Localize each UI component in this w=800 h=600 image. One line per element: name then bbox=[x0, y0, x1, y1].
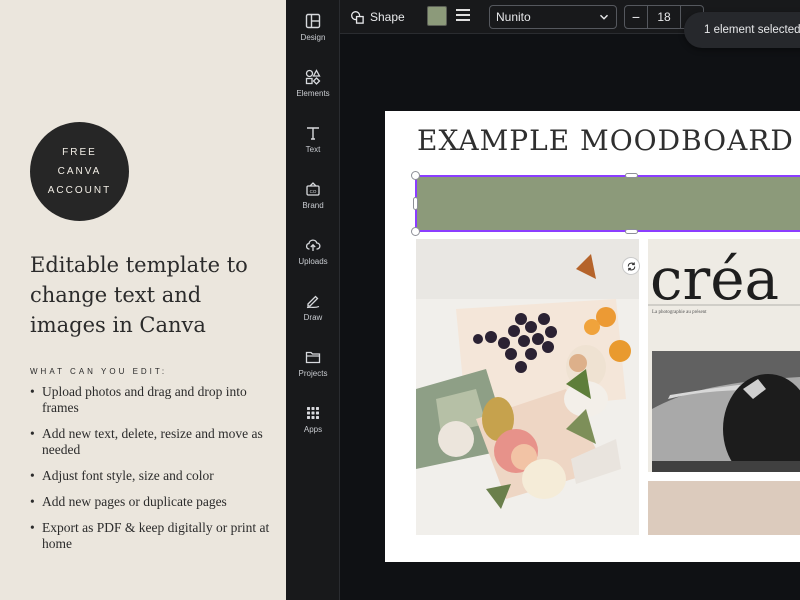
rail-label-design: Design bbox=[300, 33, 326, 42]
chevron-down-icon bbox=[599, 14, 609, 20]
selection-status-toast: 1 element selected bbox=[684, 12, 800, 48]
promo-subhead: WHAT CAN YOU EDIT: bbox=[30, 367, 168, 376]
font-size-value[interactable]: 18 bbox=[647, 6, 681, 28]
rail-item-uploads[interactable]: Uploads bbox=[286, 234, 340, 284]
badge-line-1: FREE bbox=[62, 146, 97, 158]
headline-line-2: change text and bbox=[30, 283, 202, 307]
rail-label-draw: Draw bbox=[303, 313, 323, 322]
line-stroke bbox=[456, 19, 470, 21]
folder-icon bbox=[305, 351, 321, 364]
editor-side-rail: Design Elements Text CO Brand Uploads Dr… bbox=[286, 0, 340, 600]
fill-color-swatch[interactable] bbox=[427, 6, 447, 26]
resize-handle-top[interactable] bbox=[625, 173, 638, 178]
font-family-select[interactable]: Nunito bbox=[489, 5, 617, 29]
selected-rectangle-shape[interactable] bbox=[416, 176, 800, 231]
feature-item: Add new text, delete, resize and move as… bbox=[30, 426, 280, 458]
promo-panel: FREE CANVA ACCOUNT Editable template to … bbox=[0, 0, 286, 600]
border-style-button[interactable] bbox=[456, 9, 470, 23]
rail-item-design[interactable]: Design bbox=[286, 10, 340, 60]
free-canva-badge: FREE CANVA ACCOUNT bbox=[30, 122, 129, 221]
shapes-icon bbox=[305, 69, 321, 85]
pen-icon bbox=[306, 295, 320, 309]
brand-icon: CO bbox=[306, 182, 320, 196]
shape-button[interactable]: Shape bbox=[350, 6, 405, 28]
line-stroke bbox=[456, 9, 470, 11]
line-stroke bbox=[456, 14, 470, 16]
rail-label-projects: Projects bbox=[298, 369, 328, 378]
magazine-photo: créa La photographie au présent bbox=[648, 239, 800, 472]
moodboard-title[interactable]: EXAMPLE MOODBOARD bbox=[417, 124, 794, 157]
rail-item-text[interactable]: Text bbox=[286, 122, 340, 172]
rail-label-text: Text bbox=[305, 145, 321, 154]
rail-item-brand[interactable]: CO Brand bbox=[286, 178, 340, 228]
rail-label-elements: Elements bbox=[296, 89, 330, 98]
rail-item-apps[interactable]: Apps bbox=[286, 402, 340, 452]
rail-label-uploads: Uploads bbox=[298, 257, 328, 266]
apps-grid-icon bbox=[307, 407, 319, 419]
headline-line-1: Editable template to bbox=[30, 253, 248, 277]
rail-label-brand: Brand bbox=[302, 201, 324, 210]
rail-item-projects[interactable]: Projects bbox=[286, 346, 340, 396]
headline-line-3: images in Canva bbox=[30, 313, 206, 337]
badge-line-2: CANVA bbox=[57, 165, 102, 177]
magazine-caption: La photographie au présent bbox=[652, 310, 707, 315]
shape-button-label: Shape bbox=[370, 10, 405, 24]
svg-text:CO: CO bbox=[310, 189, 317, 194]
badge-line-3: ACCOUNT bbox=[47, 184, 112, 196]
beige-color-block[interactable] bbox=[648, 481, 800, 535]
text-icon bbox=[307, 127, 319, 140]
rotate-icon bbox=[627, 261, 635, 271]
feature-item: Upload photos and drag and drop into fra… bbox=[30, 384, 280, 416]
resize-handle-bottom-left[interactable] bbox=[411, 227, 420, 236]
rail-label-apps: Apps bbox=[303, 425, 323, 434]
magazine-photo-frame[interactable]: créa La photographie au présent bbox=[648, 239, 800, 472]
rail-item-draw[interactable]: Draw bbox=[286, 290, 340, 340]
upload-cloud-icon bbox=[305, 239, 321, 251]
feature-list: Upload photos and drag and drop into fra… bbox=[30, 384, 280, 562]
font-family-value: Nunito bbox=[496, 10, 531, 24]
flowers-photo-frame[interactable] bbox=[416, 239, 639, 535]
decrease-font-size-button[interactable]: − bbox=[625, 6, 647, 28]
rotate-handle[interactable] bbox=[622, 257, 640, 275]
resize-handle-bottom[interactable] bbox=[625, 229, 638, 234]
rail-item-elements[interactable]: Elements bbox=[286, 66, 340, 116]
magazine-word: créa bbox=[650, 245, 779, 313]
promo-headline: Editable template to change text and ima… bbox=[30, 250, 280, 340]
layout-icon bbox=[305, 13, 321, 29]
feature-item: Add new pages or duplicate pages bbox=[30, 494, 280, 510]
feature-item: Adjust font style, size and color bbox=[30, 468, 280, 484]
resize-handle-left[interactable] bbox=[413, 197, 418, 210]
shape-icon bbox=[351, 10, 364, 24]
flowers-photo bbox=[416, 239, 639, 535]
resize-handle-top-left[interactable] bbox=[411, 171, 420, 180]
feature-item: Export as PDF & keep digitally or print … bbox=[30, 520, 280, 552]
